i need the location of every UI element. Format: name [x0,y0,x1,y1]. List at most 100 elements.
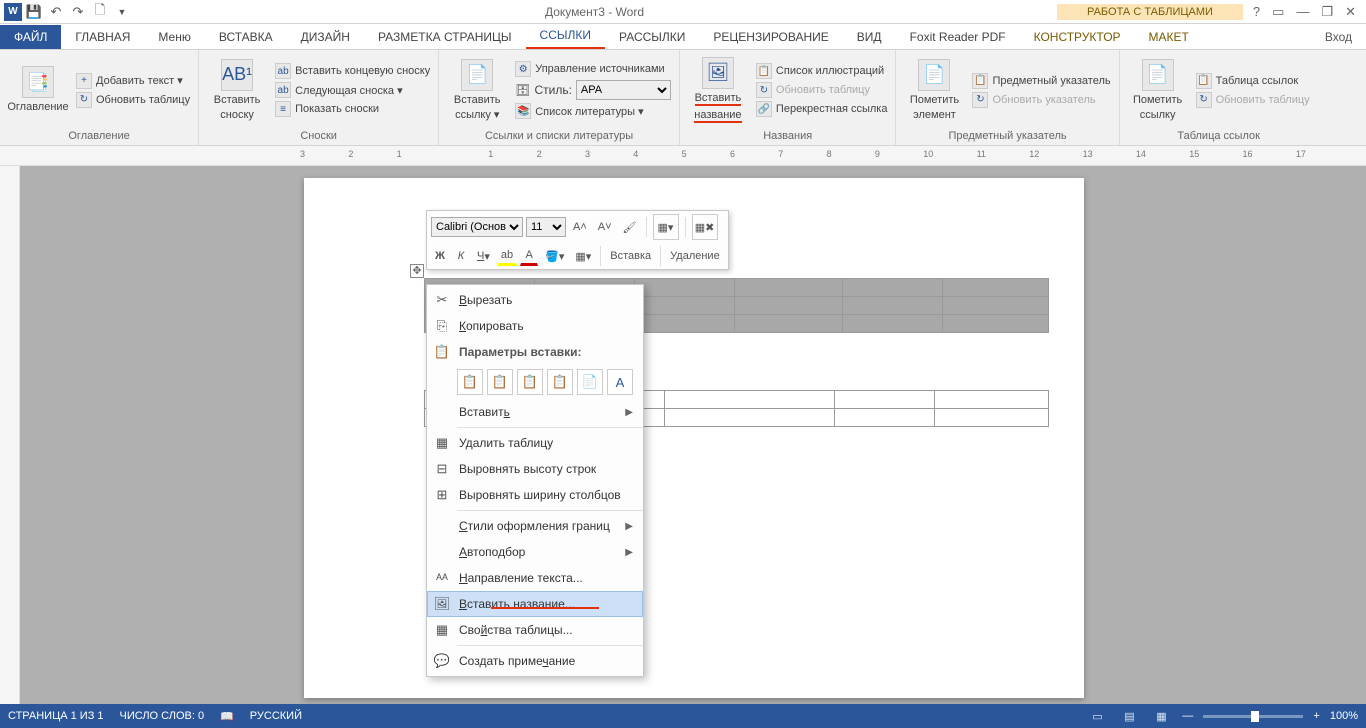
view-read-icon[interactable]: ▭ [1086,707,1108,725]
insert-toa-button[interactable]: 📋Таблица ссылок [1196,73,1310,89]
next-footnote-button[interactable]: abСледующая сноска ▾ [275,82,430,98]
toc-button[interactable]: 📑Оглавление [8,53,68,127]
group-toc: 📑Оглавление +Добавить текст ▾ ↻Обновить … [0,50,199,145]
ctx-row-height[interactable]: ⊟Выровнять высоту строк [427,456,643,482]
col-width-icon: ⊞ [433,486,451,504]
tab-file[interactable]: ФАЙЛ [0,25,61,49]
italic-button[interactable]: К [452,246,470,266]
zoom-in-button[interactable]: + [1313,710,1319,722]
ctx-table-properties[interactable]: ▦Свойства таблицы... [427,617,643,643]
view-web-icon[interactable]: ▦ [1150,707,1172,725]
ctx-border-styles[interactable]: Стили оформления границ▶ [427,513,643,539]
tab-constructor[interactable]: КОНСТРУКТОР [1020,25,1135,49]
status-page[interactable]: СТРАНИЦА 1 ИЗ 1 [8,710,104,722]
ctx-paste[interactable]: Вставить▶ [427,399,643,425]
font-select[interactable]: Calibri (Основ [431,217,523,237]
paste-opt-5-icon[interactable]: 📄 [577,369,603,395]
ruler-horizontal[interactable]: 3211234567891011121314151617 [0,146,1366,166]
maximize-button[interactable]: ❐ [1321,4,1333,20]
ruler-vertical[interactable] [0,166,20,704]
help-button[interactable]: ? [1253,4,1260,20]
ctx-cut[interactable]: ✂ВВырезатьырезать [427,287,643,313]
mark-entry-button[interactable]: 📄Пометитьэлемент [904,53,964,127]
format-painter-icon[interactable]: 🖌 [619,217,641,237]
ctx-autofit[interactable]: Автоподбор▶ [427,539,643,565]
paste-opt-2-icon[interactable]: 📋 [487,369,513,395]
tab-foxit[interactable]: Foxit Reader PDF [896,25,1020,49]
shading-icon[interactable]: 🪣▾ [541,246,568,266]
word-icon: W [4,3,22,21]
status-words[interactable]: ЧИСЛО СЛОВ: 0 [120,710,205,722]
ctx-delete-table[interactable]: ▦Удалить таблицу [427,430,643,456]
redo-icon[interactable]: ↷ [68,2,88,22]
ctx-copy[interactable]: ⎘Копировать [427,313,643,339]
style-select[interactable]: APA [576,80,671,100]
insert-index-button[interactable]: 📋Предметный указатель [972,73,1110,89]
paste-opt-3-icon[interactable]: 📋 [517,369,543,395]
underline-icon[interactable]: Ч▾ [473,246,494,266]
group-footnotes: AB¹Вставитьсноску abВставить концевую сн… [199,50,439,145]
bibliography-button[interactable]: 📚Список литературы ▾ [515,103,671,119]
tab-maket[interactable]: МАКЕТ [1135,25,1203,49]
statusbar: СТРАНИЦА 1 ИЗ 1 ЧИСЛО СЛОВ: 0 📖 РУССКИЙ … [0,704,1366,728]
ctx-col-width[interactable]: ⊞Выровнять ширину столбцов [427,482,643,508]
insert-caption-button[interactable]: 🖼Вставитьназвание [688,53,748,127]
paste-opt-1-icon[interactable]: 📋 [457,369,483,395]
zoom-out-button[interactable]: — [1182,710,1193,722]
ribbon-tabs: ФАЙЛ ГЛАВНАЯ Меню ВСТАВКА ДИЗАЙН РАЗМЕТК… [0,24,1366,50]
font-color-icon[interactable]: A [520,246,538,266]
undo-icon[interactable]: ↶ [46,2,66,22]
manage-sources-button[interactable]: ⚙Управление источниками [515,61,671,77]
tab-view[interactable]: ВИД [843,25,896,49]
ctx-text-direction[interactable]: ᴬᴬНаправление текста... [427,565,643,591]
table-tools-label: РАБОТА С ТАБЛИЦАМИ [1057,4,1243,20]
tab-review[interactable]: РЕЦЕНЗИРОВАНИЕ [699,25,842,49]
borders-icon[interactable]: ▦▾ [571,246,595,266]
zoom-level[interactable]: 100% [1330,710,1358,722]
delete-label[interactable]: Удаление [666,246,724,266]
paste-opt-6-icon[interactable]: A [607,369,633,395]
insert-footnote-button[interactable]: AB¹Вставитьсноску [207,53,267,127]
tab-insert[interactable]: ВСТАВКА [205,25,287,49]
paste-opt-4-icon[interactable]: 📋 [547,369,573,395]
delete-table-icon[interactable]: ▦✖ [692,214,718,240]
show-notes-button[interactable]: ≡Показать сноски [275,101,430,117]
cross-reference-button[interactable]: 🔗Перекрестная ссылка [756,101,888,117]
save-icon[interactable]: 💾 [24,2,44,22]
highlight-icon[interactable]: ab [497,246,517,266]
style-label: Стиль: [534,83,571,97]
tab-mailings[interactable]: РАССЫЛКИ [605,25,699,49]
insert-table-icon[interactable]: ▦▾ [653,214,679,240]
tab-home[interactable]: ГЛАВНАЯ [61,25,144,49]
tab-layout[interactable]: РАЗМЕТКА СТРАНИЦЫ [364,25,526,49]
status-language[interactable]: РУССКИЙ [250,710,302,722]
illustrations-button[interactable]: 📋Список иллюстраций [756,63,888,79]
minimize-button[interactable]: — [1296,4,1309,20]
signin-button[interactable]: Вход [1311,25,1366,49]
zoom-slider[interactable] [1203,715,1303,718]
insert-citation-button[interactable]: 📄Вставитьссылку ▾ [447,53,507,127]
update-toc-button[interactable]: ↻Обновить таблицу [76,92,190,108]
insert-label[interactable]: Вставка [606,246,655,266]
mark-citation-button[interactable]: 📄Пометитьссылку [1128,53,1188,127]
insert-endnote-button[interactable]: abВставить концевую сноску [275,63,430,79]
tab-references[interactable]: ССЫЛКИ [526,23,605,49]
qat-dropdown-icon[interactable]: ▼ [112,2,132,22]
new-icon[interactable]: 🗋 [90,2,110,22]
text-direction-icon: ᴬᴬ [433,569,451,587]
status-proofing-icon[interactable]: 📖 [220,710,234,723]
shrink-font-icon[interactable]: A˅ [594,217,616,237]
tab-design[interactable]: ДИЗАЙН [287,25,364,49]
bold-button[interactable]: Ж [431,246,449,266]
ctx-new-comment[interactable]: 💬Создать примечание [427,648,643,674]
table-move-handle-icon[interactable]: ✥ [410,264,424,278]
ctx-insert-caption[interactable]: 🖼Вставить название... [427,591,643,617]
view-print-icon[interactable]: ▤ [1118,707,1140,725]
add-text-button[interactable]: +Добавить текст ▾ [76,73,190,89]
tab-menu[interactable]: Меню [144,25,204,49]
fontsize-select[interactable]: 11 [526,217,566,237]
grow-font-icon[interactable]: A˄ [569,217,591,237]
update-index-button: ↻Обновить указатель [972,92,1110,108]
close-button[interactable]: ✕ [1345,4,1356,20]
ribbon-options-button[interactable]: ▭ [1272,4,1284,20]
